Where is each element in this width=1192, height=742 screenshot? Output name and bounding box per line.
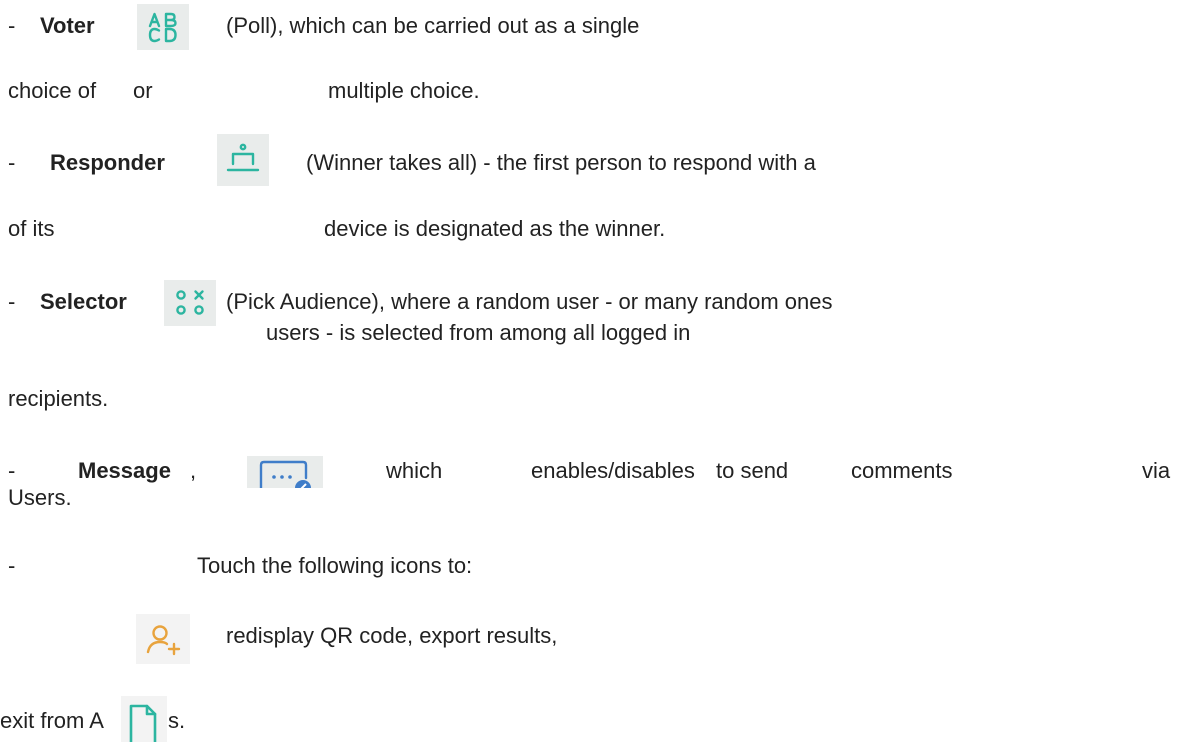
touch-instruction: Touch the following icons to: <box>197 553 473 578</box>
exit-text-b: s. <box>168 708 186 733</box>
add-user-icon <box>136 614 190 664</box>
message-word-via: via <box>1142 458 1171 483</box>
bell-icon <box>217 134 269 186</box>
selector-continuation-a: users - is selected from among all logge… <box>266 320 691 345</box>
message-word-which: which <box>386 458 443 483</box>
selector-label: Selector <box>40 289 127 314</box>
message-dash: - <box>8 458 16 483</box>
voter-continuation-c: multiple choice. <box>328 78 480 103</box>
voter-label: Voter <box>40 13 95 38</box>
responder-dash: - <box>8 150 16 175</box>
export-document-icon <box>121 696 167 742</box>
touch-dash: - <box>8 553 16 578</box>
selector-dash: - <box>8 289 16 314</box>
responder-continuation-a: of its <box>8 216 55 241</box>
voter-continuation-a: choice of <box>8 78 97 103</box>
responder-continuation-b: device is designated as the winner. <box>324 216 666 241</box>
actions-description: redisplay QR code, export results, <box>226 623 558 648</box>
message-comma: , <box>190 458 197 483</box>
responder-description: (Winner takes all) - the first person to… <box>306 150 816 175</box>
message-label: Message <box>78 458 171 483</box>
message-continuation: Users. <box>8 485 72 510</box>
message-word-to-send: to send <box>716 458 789 483</box>
pick-audience-icon <box>164 280 216 326</box>
abcd-poll-icon <box>137 4 189 50</box>
voter-continuation-b: or <box>133 78 153 103</box>
voter-dash: - <box>8 13 16 38</box>
message-icon <box>247 456 323 488</box>
responder-label: Responder <box>50 150 165 175</box>
exit-text-a: exit from A <box>0 708 104 733</box>
message-word-enables: enables/disables <box>531 458 695 483</box>
selector-continuation-b: recipients. <box>8 386 109 411</box>
selector-description: (Pick Audience), where a random user - o… <box>226 289 833 314</box>
voter-description: (Poll), which can be carried out as a si… <box>226 13 640 38</box>
message-word-comments: comments <box>851 458 953 483</box>
